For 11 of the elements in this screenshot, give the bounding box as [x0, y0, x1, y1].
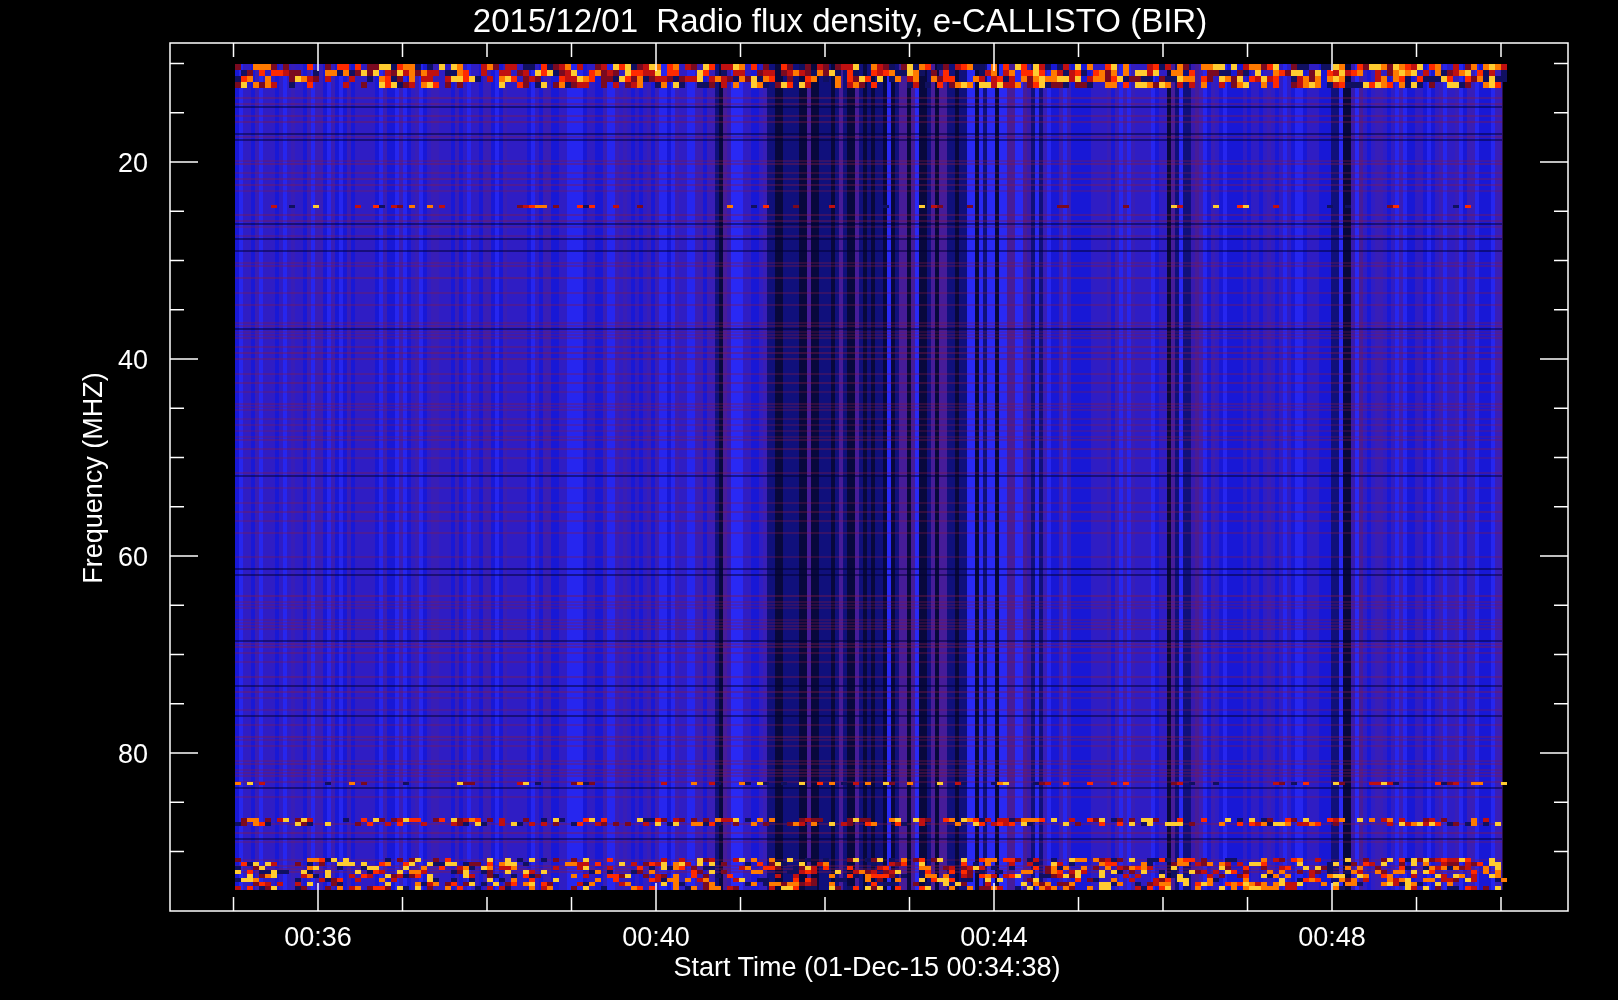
- y-tick-label: 60: [117, 542, 148, 572]
- x-tick-label: 00:40: [622, 922, 690, 952]
- x-tick-label: 00:48: [1298, 922, 1366, 952]
- x-tick-label: 00:44: [960, 922, 1028, 952]
- y-tick-label: 20: [117, 148, 148, 178]
- x-tick-label: 00:36: [284, 922, 352, 952]
- y-tick-label: 40: [117, 345, 148, 375]
- chart-title: 2015/12/01 Radio flux density, e-CALLISTO (BIR): [472, 2, 1208, 39]
- y-tick-label: 80: [117, 739, 148, 769]
- x-axis-title: Start Time (01-Dec-15 00:34:38): [673, 952, 1061, 982]
- y-axis-title: Frequency (MHZ): [78, 372, 108, 584]
